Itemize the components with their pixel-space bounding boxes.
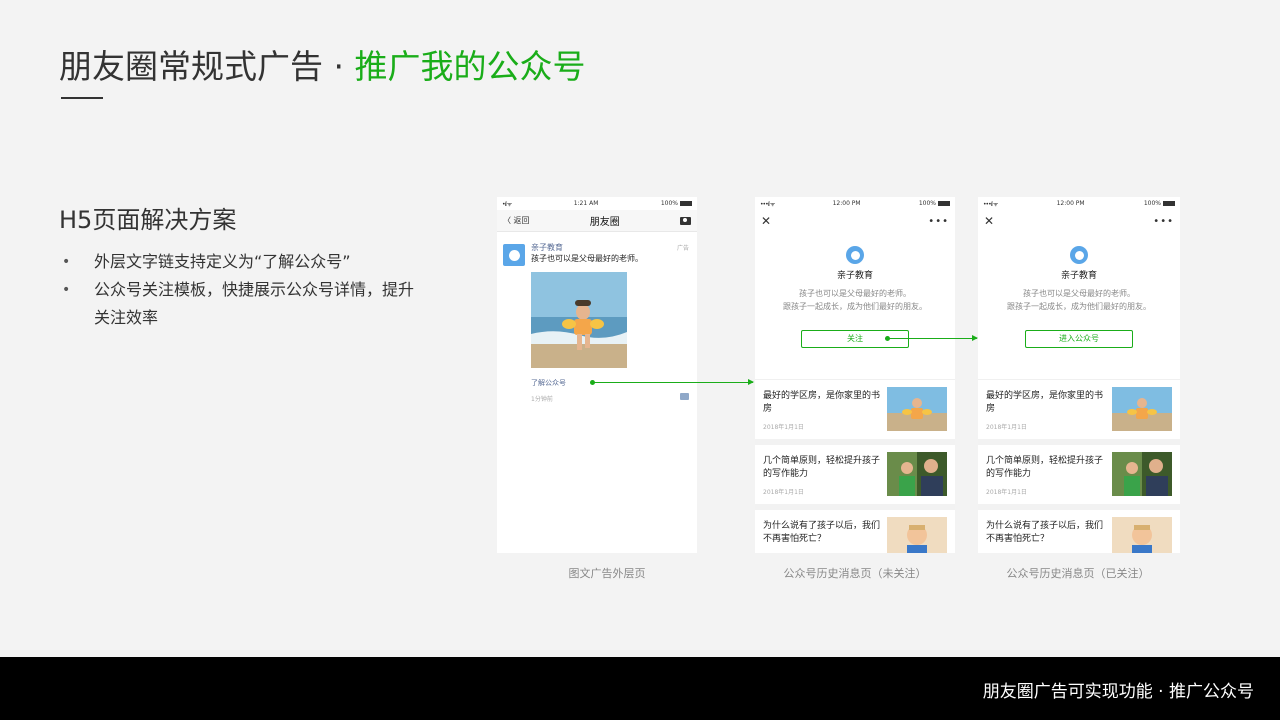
- battery-icon: [1163, 201, 1175, 206]
- comment-icon[interactable]: [680, 393, 689, 400]
- battery-indicator: 100%: [661, 200, 692, 207]
- article-title: 几个简单原则，轻松提升孩子的写作能力: [986, 456, 1104, 479]
- moments-post: 亲子教育 广告 孩子也可以是父母最好的老师。 了解公众号 1分钟前: [497, 232, 697, 552]
- learn-more-link[interactable]: 了解公众号: [531, 378, 566, 388]
- close-icon[interactable]: ✕: [984, 214, 994, 228]
- post-photo[interactable]: [531, 272, 627, 368]
- bullet-item: • 外层文字链支持定义为“了解公众号”: [62, 248, 422, 276]
- status-time: 12:00 PM: [1056, 200, 1085, 207]
- article-date: 2018年1月1日: [763, 424, 804, 431]
- bullet-text: 外层文字链支持定义为“了解公众号”: [94, 252, 351, 271]
- signal-indicator: •••ıl ᯤ: [983, 200, 998, 208]
- page-title-highlight: 推广我的公众号: [354, 47, 586, 86]
- nav-bar: 〈 返回 朋友圈: [497, 210, 697, 232]
- account-description: 孩子也可以是父母最好的老师。 跟孩子一起成长，成为他们最好的朋友。: [755, 287, 955, 313]
- caption-followed: 公众号历史消息页（已关注）: [1006, 567, 1150, 580]
- bullet-marker: •: [62, 254, 71, 270]
- account-logo-icon: [846, 246, 864, 264]
- caption-feed: 图文广告外层页: [568, 567, 646, 580]
- phone-account-followed: •••ıl ᯤ 12:00 PM 100% ✕ ••• 亲子教育 孩子也可以是父…: [978, 197, 1180, 553]
- article-thumbnail: [887, 517, 947, 553]
- bullet-item: • 公众号关注模板，快捷展示公众号详情，提升关注效率: [62, 276, 422, 332]
- article-thumbnail: [1112, 452, 1172, 496]
- caption-unfollowed: 公众号历史消息页（未关注）: [783, 567, 927, 580]
- description-line: 孩子也可以是父母最好的老师。: [1023, 289, 1135, 298]
- account-name: 亲子教育: [836, 271, 873, 281]
- status-bar: •ıl ᯤ 1:21 AM 100%: [497, 197, 697, 210]
- arrow-head: [972, 335, 978, 341]
- title-underline: [61, 97, 103, 99]
- bullet-marker: •: [62, 282, 71, 298]
- phone-account-unfollowed: •••ıl ᯤ 12:00 PM 100% ✕ ••• 亲子教育 孩子也可以是父…: [755, 197, 955, 553]
- signal-indicator: •••ıl ᯤ: [760, 200, 775, 208]
- account-profile: 亲子教育 孩子也可以是父母最好的老师。 跟孩子一起成长，成为他们最好的朋友。 进…: [978, 232, 1180, 380]
- description-line: 跟孩子一起成长，成为他们最好的朋友。: [783, 302, 927, 311]
- article-date: 2018年1月1日: [763, 489, 804, 496]
- nav-bar: ✕ •••: [978, 210, 1180, 232]
- phone-moments-feed: •ıl ᯤ 1:21 AM 100% 〈 返回 朋友圈 亲子教育 广告 孩子也可…: [497, 197, 697, 553]
- status-bar: •••ıl ᯤ 12:00 PM 100%: [978, 197, 1180, 210]
- description-line: 孩子也可以是父母最好的老师。: [799, 289, 911, 298]
- account-name[interactable]: 亲子教育: [531, 242, 563, 253]
- article-title: 最好的学区房，是你家里的书房: [763, 391, 881, 414]
- article-thumbnail: [887, 452, 947, 496]
- article-title: 最好的学区房，是你家里的书房: [986, 391, 1104, 414]
- bullet-text: 公众号关注模板，快捷展示公众号详情，提升关注效率: [94, 280, 415, 327]
- page-title-main: 朋友圈常规式广告 ·: [59, 47, 355, 86]
- article-title: 为什么说有了孩子以后，我们不再害怕死亡？: [763, 521, 881, 544]
- more-icon[interactable]: •••: [928, 216, 949, 227]
- camera-icon[interactable]: [679, 216, 691, 225]
- bullet-list: • 外层文字链支持定义为“了解公众号” • 公众号关注模板，快捷展示公众号详情，…: [62, 248, 422, 332]
- status-bar: •••ıl ᯤ 12:00 PM 100%: [755, 197, 955, 210]
- description-line: 跟孩子一起成长，成为他们最好的朋友。: [1007, 302, 1151, 311]
- article-item[interactable]: 几个简单原则，轻松提升孩子的写作能力 2018年1月1日: [978, 445, 1180, 510]
- nav-title: 朋友圈: [589, 217, 620, 228]
- article-thumbnail: [1112, 517, 1172, 553]
- enter-account-button-label: 进入公众号: [1059, 334, 1099, 343]
- back-button[interactable]: 〈 返回: [503, 215, 530, 226]
- account-avatar[interactable]: [503, 244, 525, 266]
- close-icon[interactable]: ✕: [761, 214, 771, 228]
- follow-button[interactable]: 关注: [801, 330, 909, 348]
- article-date: 2018年1月1日: [986, 489, 1027, 496]
- article-thumbnail: [887, 387, 947, 431]
- signal-indicator: •ıl ᯤ: [502, 200, 512, 208]
- article-date: 2018年1月1日: [986, 424, 1027, 431]
- enter-account-button[interactable]: 进入公众号: [1025, 330, 1133, 348]
- article-item[interactable]: 为什么说有了孩子以后，我们不再害怕死亡？: [978, 510, 1180, 553]
- follow-button-label: 关注: [847, 334, 863, 343]
- battery-indicator: 100%: [1144, 200, 1175, 207]
- post-time: 1分钟前: [531, 396, 553, 403]
- article-item[interactable]: 最好的学区房，是你家里的书房 2018年1月1日: [978, 380, 1180, 445]
- battery-icon: [938, 201, 950, 206]
- flow-arrow: [593, 379, 754, 385]
- post-text: 孩子也可以是父母最好的老师。: [531, 254, 643, 263]
- article-item[interactable]: 最好的学区房，是你家里的书房 2018年1月1日: [755, 380, 955, 445]
- article-title: 为什么说有了孩子以后，我们不再害怕死亡？: [986, 521, 1104, 544]
- page-title: 朋友圈常规式广告 · 推广我的公众号: [59, 40, 585, 88]
- status-time: 1:21 AM: [573, 200, 599, 207]
- account-name: 亲子教育: [1060, 271, 1097, 281]
- battery-text: 100%: [1143, 200, 1161, 207]
- account-profile: 亲子教育 孩子也可以是父母最好的老师。 跟孩子一起成长，成为他们最好的朋友。 关…: [755, 232, 955, 380]
- article-item[interactable]: 几个简单原则，轻松提升孩子的写作能力 2018年1月1日: [755, 445, 955, 510]
- ad-tag[interactable]: 广告: [677, 243, 689, 252]
- flow-arrow: [885, 335, 978, 341]
- account-description: 孩子也可以是父母最好的老师。 跟孩子一起成长，成为他们最好的朋友。: [978, 287, 1180, 313]
- section-title: H5页面解决方案: [59, 206, 237, 234]
- footer-text: 朋友圈广告可实现功能 · 推广公众号: [982, 682, 1254, 702]
- nav-bar: ✕ •••: [755, 210, 955, 232]
- arrow-head: [748, 379, 754, 385]
- more-icon[interactable]: •••: [1153, 216, 1174, 227]
- battery-text: 100%: [918, 200, 936, 207]
- article-item[interactable]: 为什么说有了孩子以后，我们不再害怕死亡？: [755, 510, 955, 553]
- battery-text: 100%: [660, 200, 678, 207]
- battery-icon: [680, 201, 692, 206]
- article-title: 几个简单原则，轻松提升孩子的写作能力: [763, 456, 881, 479]
- battery-indicator: 100%: [919, 200, 950, 207]
- article-thumbnail: [1112, 387, 1172, 431]
- account-logo-icon: [1070, 246, 1088, 264]
- status-time: 12:00 PM: [832, 200, 861, 207]
- footer-bar: 朋友圈广告可实现功能 · 推广公众号: [0, 657, 1280, 720]
